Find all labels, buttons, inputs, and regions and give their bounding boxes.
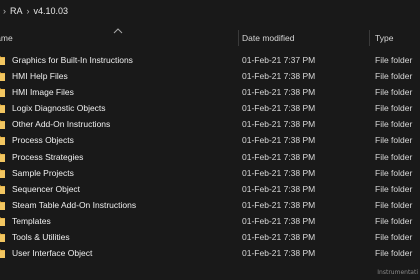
folder-icon: [0, 56, 5, 65]
file-name: Process Strategies: [12, 151, 84, 162]
file-type: File folder: [375, 71, 413, 82]
file-type: File folder: [375, 135, 413, 146]
file-type: File folder: [375, 232, 413, 243]
file-type: File folder: [375, 55, 413, 65]
file-row[interactable]: Steam Table Add-On Instructions 01-Feb-2…: [0, 197, 420, 213]
file-date: 01-Feb-21 7:38 PM: [242, 151, 316, 162]
file-list: Graphics for Built-In Instructions 01-Fe…: [0, 52, 420, 261]
file-name: Logix Diagnostic Objects: [12, 103, 106, 114]
folder-icon: [0, 200, 5, 210]
column-header-type[interactable]: Type: [375, 28, 420, 48]
folder-icon: [0, 152, 5, 162]
file-type: File folder: [375, 215, 413, 226]
folder-icon: [0, 72, 5, 82]
file-row[interactable]: Logix Diagnostic Objects 01-Feb-21 7:38 …: [0, 100, 420, 116]
file-name: HMI Help Files: [12, 71, 68, 82]
file-name: Graphics for Built-In Instructions: [12, 55, 133, 65]
file-row[interactable]: HMI Help Files 01-Feb-21 7:38 PM File fo…: [0, 68, 420, 84]
file-name: Steam Table Add-On Instructions: [12, 199, 137, 210]
column-separator[interactable]: [238, 30, 239, 46]
file-type: File folder: [375, 183, 413, 194]
file-row[interactable]: Tools & Utilities 01-Feb-21 7:38 PM File…: [0, 229, 420, 245]
chevron-right-icon[interactable]: ›: [27, 6, 30, 16]
file-row[interactable]: Process Objects 01-Feb-21 7:38 PM File f…: [0, 132, 420, 148]
file-date: 01-Feb-21 7:38 PM: [242, 135, 316, 146]
chevron-right-icon[interactable]: ›: [3, 6, 6, 16]
file-row[interactable]: HMI Image Files 01-Feb-21 7:38 PM File f…: [0, 84, 420, 100]
file-row[interactable]: Graphics for Built-In Instructions 01-Fe…: [0, 52, 420, 68]
folder-icon: [0, 88, 5, 98]
folder-icon: [0, 104, 5, 114]
breadcrumb-bar: › RA › v4.10.03: [0, 0, 420, 22]
file-date: 01-Feb-21 7:37 PM: [242, 55, 316, 65]
folder-icon: [0, 216, 5, 226]
file-date: 01-Feb-21 7:38 PM: [242, 71, 316, 82]
file-type: File folder: [375, 248, 413, 259]
file-type: File folder: [375, 199, 413, 210]
file-type: File folder: [375, 103, 413, 114]
column-header-name[interactable]: Name: [0, 28, 228, 48]
file-type: File folder: [375, 87, 413, 98]
file-type: File folder: [375, 119, 413, 130]
file-row[interactable]: Sample Projects 01-Feb-21 7:38 PM File f…: [0, 165, 420, 181]
file-date: 01-Feb-21 7:38 PM: [242, 167, 316, 178]
file-name: User Interface Object: [12, 248, 93, 259]
column-separator[interactable]: [369, 30, 370, 46]
breadcrumb-item-version[interactable]: v4.10.03: [34, 6, 69, 16]
file-row[interactable]: Sequencer Object 01-Feb-21 7:38 PM File …: [0, 181, 420, 197]
file-type: File folder: [375, 151, 413, 162]
file-name: HMI Image Files: [12, 87, 74, 98]
file-date: 01-Feb-21 7:38 PM: [242, 103, 316, 114]
folder-icon: [0, 168, 5, 178]
file-name: Process Objects: [12, 135, 74, 146]
file-row[interactable]: Templates 01-Feb-21 7:38 PM File folder: [0, 213, 420, 229]
file-date: 01-Feb-21 7:38 PM: [242, 232, 316, 243]
column-header-date[interactable]: Date modified: [242, 28, 368, 48]
file-date: 01-Feb-21 7:38 PM: [242, 87, 316, 98]
folder-icon: [0, 136, 5, 146]
file-name: Templates: [12, 215, 51, 226]
file-row[interactable]: Other Add-On Instructions 01-Feb-21 7:38…: [0, 116, 420, 132]
folder-icon: [0, 120, 5, 130]
file-date: 01-Feb-21 7:38 PM: [242, 199, 316, 210]
file-name: Sample Projects: [12, 167, 74, 178]
folder-icon: [0, 249, 5, 259]
breadcrumb-item-ra[interactable]: RA: [10, 6, 23, 16]
file-type: File folder: [375, 167, 413, 178]
folder-icon: [0, 184, 5, 194]
column-header-row: Name Date modified Type: [0, 28, 420, 48]
folder-icon: [0, 233, 5, 243]
file-row[interactable]: Process Strategies 01-Feb-21 7:38 PM Fil…: [0, 149, 420, 165]
file-date: 01-Feb-21 7:38 PM: [242, 119, 316, 130]
file-name: Sequencer Object: [12, 183, 81, 194]
watermark: Instrumentati: [377, 269, 418, 276]
file-name: Tools & Utilities: [12, 232, 70, 243]
file-date: 01-Feb-21 7:38 PM: [242, 248, 316, 259]
file-name: Other Add-On Instructions: [12, 119, 111, 130]
file-row[interactable]: User Interface Object 01-Feb-21 7:38 PM …: [0, 245, 420, 261]
file-date: 01-Feb-21 7:38 PM: [242, 183, 316, 194]
file-date: 01-Feb-21 7:38 PM: [242, 215, 316, 226]
